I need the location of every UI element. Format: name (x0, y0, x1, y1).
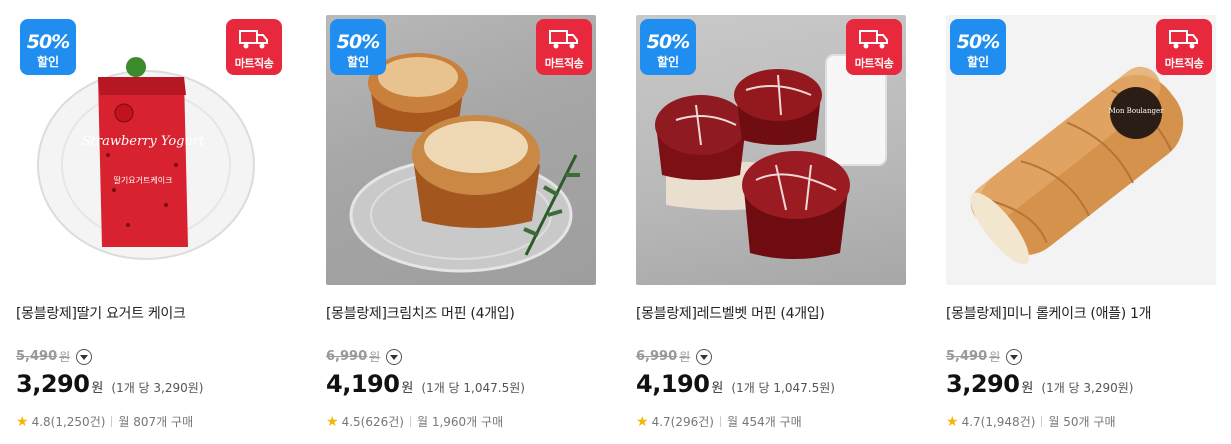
rating-value: 4.7 (651, 414, 671, 429)
rating-value: 4.8 (31, 414, 51, 429)
rating-row: ★ 4.5 (626건) 월 1,960개 구매 (326, 413, 503, 430)
sale-price-value: 4,190 (636, 370, 710, 398)
sale-percent: 50% (646, 31, 690, 53)
original-price: 5,490 원 (16, 348, 93, 365)
monthly-purchases: 월 1,960개 구매 (416, 415, 504, 429)
sale-price: 3,290 원 (1개 당 3,290원) (946, 370, 1134, 398)
product-image-red-velvet-muffin[interactable]: 50% 할인 마트직송 (636, 15, 906, 285)
divider (409, 416, 411, 427)
star-icon: ★ (326, 413, 339, 430)
image-product-name: 딸기요거트케이크 (114, 175, 173, 185)
mart-label: 마트직송 (234, 57, 274, 70)
original-price-value: 5,490 (16, 349, 58, 364)
review-count[interactable]: (1,250건) (51, 413, 106, 430)
unit-price: (1개 당 3,290원) (1041, 381, 1134, 395)
sale-label: 할인 (656, 55, 680, 69)
sale-percent: 50% (336, 31, 380, 53)
truck-icon (859, 30, 888, 49)
rating-value: 4.7 (961, 414, 981, 429)
product-title[interactable]: [몽블랑제]크림치즈 머핀 (4개입) (326, 303, 515, 323)
mart-delivery-badge: 마트직송 (846, 19, 902, 75)
sale-price: 4,190 원 (1개 당 1,047.5원) (636, 370, 835, 398)
sale-price: 4,190 원 (1개 당 1,047.5원) (326, 370, 525, 398)
unit-price: (1개 당 1,047.5원) (731, 381, 835, 395)
truck-icon (549, 30, 578, 49)
product-title[interactable]: [몽블랑제]레드벨벳 머핀 (4개입) (636, 303, 825, 323)
sale-price-won: 원 (401, 381, 414, 396)
product-card[interactable]: 50% 할인 마트직송 [몽블랑제]레드벨벳 머핀 (4개입) 6,990 원 … (636, 15, 906, 440)
mart-delivery-badge: 마트직송 (1156, 19, 1212, 75)
sale-price-won: 원 (711, 381, 724, 396)
rating-row: ★ 4.7 (296건) 월 454개 구매 (636, 413, 802, 430)
original-price-value: 5,490 (946, 349, 988, 364)
product-card[interactable]: 50% 할인 마트직송 Mon Boulanger [몽블랑제]미니 롤케이크 … (946, 15, 1216, 440)
sale-percent: 50% (26, 31, 70, 53)
original-price: 5,490 원 (946, 348, 1023, 365)
sale-badge: 50% 할인 (330, 19, 386, 75)
product-title[interactable]: [몽블랑제]딸기 요거트 케이크 (16, 303, 186, 323)
review-count[interactable]: (296건) (671, 413, 714, 430)
original-price-won: 원 (989, 350, 1001, 364)
star-icon: ★ (946, 413, 959, 430)
star-icon: ★ (16, 413, 29, 430)
unit-price: (1개 당 3,290원) (111, 381, 204, 395)
rating-row: ★ 4.7 (1,948건) 월 50개 구매 (946, 413, 1115, 430)
mart-label: 마트직송 (854, 57, 894, 70)
original-price-won: 원 (59, 350, 71, 364)
sale-badge: 50% 할인 (20, 19, 76, 75)
sale-price-won: 원 (1021, 381, 1034, 396)
product-image-cream-cheese-muffin[interactable]: 50% 할인 마트직송 (326, 15, 596, 285)
mart-delivery-badge: 마트직송 (536, 19, 592, 75)
sale-price-value: 3,290 (946, 370, 1020, 398)
image-sticker-text: Mon Boulanger (1109, 107, 1165, 115)
sale-label: 할인 (36, 55, 60, 69)
rating-row: ★ 4.8 (1,250건) 월 807개 구매 (16, 413, 193, 430)
original-price-won: 원 (369, 350, 381, 364)
original-price-value: 6,990 (326, 349, 368, 364)
mart-delivery-badge: 마트직송 (226, 19, 282, 75)
truck-icon (1169, 30, 1198, 49)
sale-price: 3,290 원 (1개 당 3,290원) (16, 370, 204, 398)
product-card[interactable]: 50% 할인 마트직송 Strawberry Yogurt 딸기요거트케이크 [… (16, 15, 286, 440)
sale-label: 할인 (966, 55, 990, 69)
sale-badge: 50% 할인 (640, 19, 696, 75)
chevron-down-icon[interactable] (386, 348, 403, 365)
mart-label: 마트직송 (544, 57, 584, 70)
original-price-value: 6,990 (636, 349, 678, 364)
truck-icon (239, 30, 268, 49)
product-image-mini-roll-cake[interactable]: 50% 할인 마트직송 Mon Boulanger (946, 15, 1216, 285)
review-count[interactable]: (1,948건) (981, 413, 1036, 430)
divider (111, 416, 113, 427)
divider (1041, 416, 1043, 427)
monthly-purchases: 월 50개 구매 (1048, 415, 1116, 429)
original-price: 6,990 원 (326, 348, 403, 365)
original-price-won: 원 (679, 350, 691, 364)
original-price: 6,990 원 (636, 348, 713, 365)
monthly-purchases: 월 454개 구매 (726, 415, 802, 429)
product-image-strawberry-yogurt-cake[interactable]: 50% 할인 마트직송 Strawberry Yogurt 딸기요거트케이크 (16, 15, 286, 285)
star-icon: ★ (636, 413, 649, 430)
product-title[interactable]: [몽블랑제]미니 롤케이크 (애플) 1개 (946, 303, 1152, 323)
rating-value: 4.5 (341, 414, 361, 429)
chevron-down-icon[interactable] (696, 348, 713, 365)
product-card[interactable]: 50% 할인 마트직송 [몽블랑제]크림치즈 머핀 (4개입) 6,990 원 … (326, 15, 596, 440)
chevron-down-icon[interactable] (1006, 348, 1023, 365)
mart-label: 마트직송 (1164, 57, 1204, 70)
chevron-down-icon[interactable] (76, 348, 93, 365)
unit-price: (1개 당 1,047.5원) (421, 381, 525, 395)
divider (719, 416, 721, 427)
sale-price-value: 4,190 (326, 370, 400, 398)
image-brand-text: Strawberry Yogurt (82, 134, 205, 149)
review-count[interactable]: (626건) (361, 413, 404, 430)
sale-price-won: 원 (91, 381, 104, 396)
product-grid: 50% 할인 마트직송 Strawberry Yogurt 딸기요거트케이크 [… (16, 15, 1216, 440)
sale-percent: 50% (956, 31, 1000, 53)
sale-label: 할인 (346, 55, 370, 69)
sale-badge: 50% 할인 (950, 19, 1006, 75)
sale-price-value: 3,290 (16, 370, 90, 398)
monthly-purchases: 월 807개 구매 (118, 415, 194, 429)
